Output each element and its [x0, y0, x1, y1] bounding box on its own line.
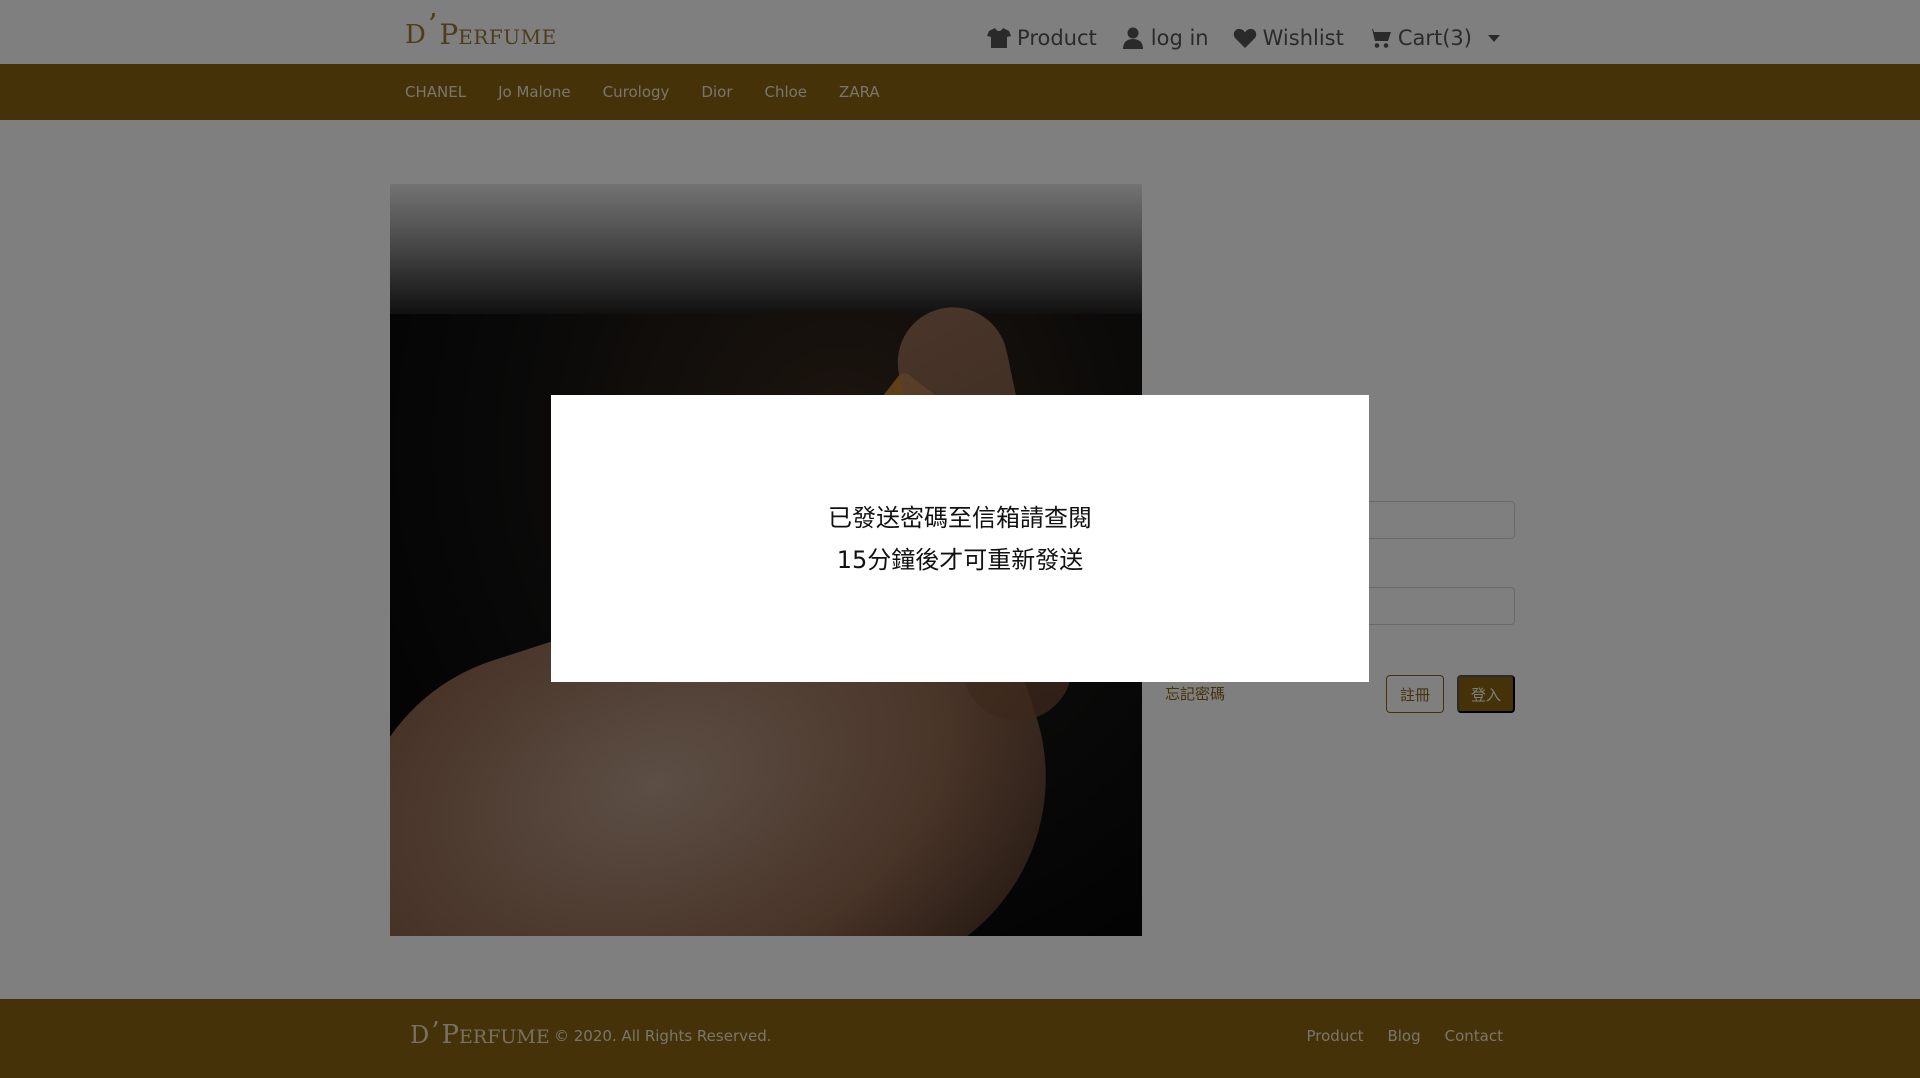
modal-message-line-2: 15分鐘後才可重新發送 [836, 545, 1084, 574]
password-sent-modal: 已發送密碼至信箱請查閱 15分鐘後才可重新發送 [551, 395, 1369, 682]
modal-message-line-1: 已發送密碼至信箱請查閱 [828, 503, 1092, 532]
